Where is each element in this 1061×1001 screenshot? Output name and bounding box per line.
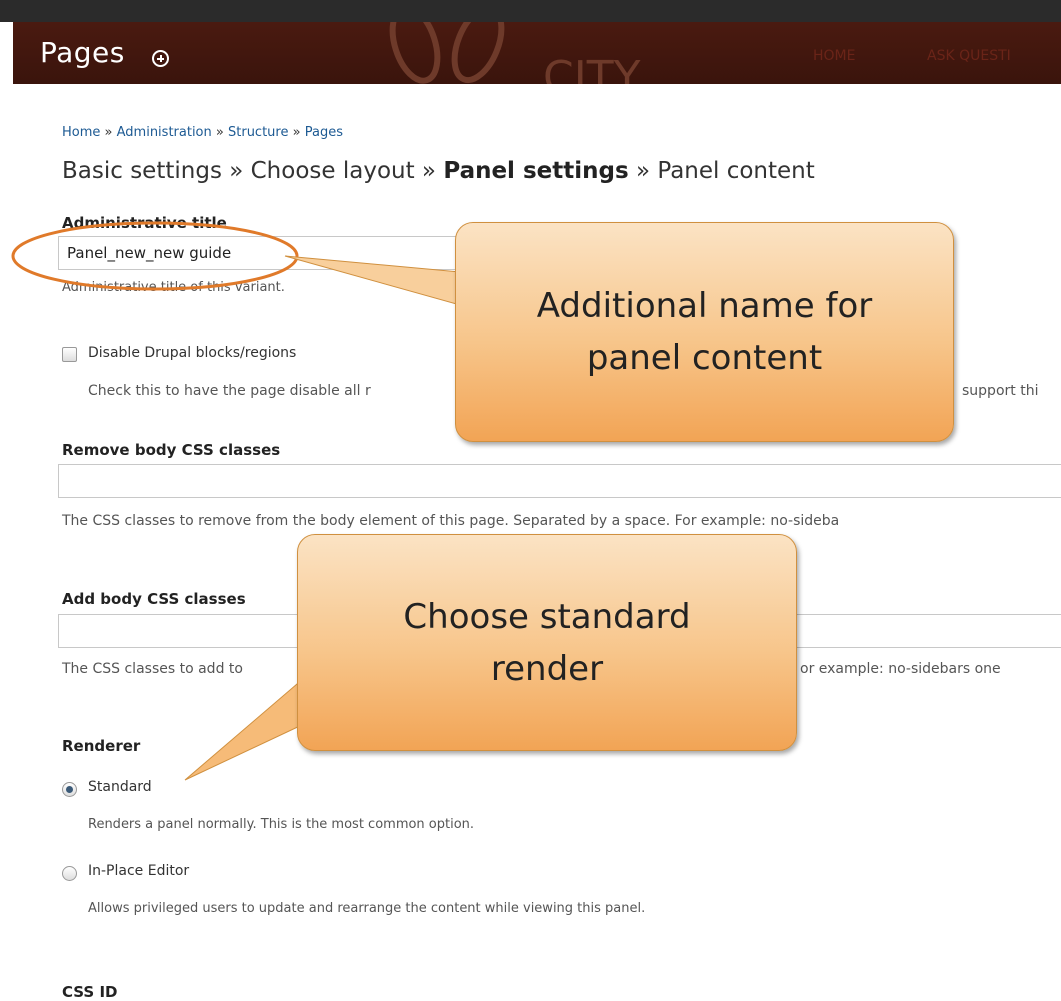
admin-title-description: Administrative title of this variant. [62,280,285,295]
nav-home[interactable]: HOME [813,48,855,64]
admin-title-label: Administrative title [62,214,227,232]
breadcrumb-structure[interactable]: Structure [228,125,288,140]
renderer-standard-radio[interactable] [62,782,77,797]
wizard-step-panel-content[interactable]: Panel content [657,158,814,184]
add-css-description: The CSS classes to add to [62,661,243,677]
disable-blocks-description: Check this to have the page disable all … [88,383,371,399]
disable-blocks-label: Disable Drupal blocks/regions [88,345,297,361]
site-header: CITY Pages HOME ASK QUESTI [13,22,1061,84]
css-id-label: CSS ID [62,983,118,1001]
renderer-standard-description: Renders a panel normally. This is the mo… [88,817,475,832]
callout-admin-title: Additional name for panel content [455,222,954,442]
remove-css-description: The CSS classes to remove from the body … [62,513,840,529]
breadcrumb-administration[interactable]: Administration [117,125,212,140]
site-logo-icon: CITY [389,22,641,84]
annotation-overlay [11,221,461,781]
add-shortcut-icon[interactable] [152,50,169,67]
renderer-inplace-radio[interactable] [62,866,77,881]
callout-renderer: Choose standard render [297,534,797,751]
renderer-inplace-label: In-Place Editor [88,863,190,879]
wizard-step-basic-settings[interactable]: Basic settings [62,158,222,184]
renderer-label: Renderer [62,737,141,755]
add-css-label: Add body CSS classes [62,590,246,608]
breadcrumb-home[interactable]: Home [62,125,100,140]
add-css-description-tail: or example: no-sidebars one [800,661,1001,677]
breadcrumb: Home » Administration » Structure » Page… [62,125,343,140]
nav-ask-question[interactable]: ASK QUESTI [927,48,1011,64]
wizard-trail: Basic settings » Choose layout » Panel s… [62,158,815,184]
wizard-step-panel-settings: Panel settings [443,158,629,184]
admin-title-input[interactable]: Panel_new_new guide [58,236,478,270]
disable-blocks-description-tail: support thi [962,383,1039,399]
wizard-step-choose-layout[interactable]: Choose layout [251,158,415,184]
remove-css-label: Remove body CSS classes [62,441,281,459]
disable-blocks-checkbox[interactable] [62,347,77,362]
breadcrumb-pages[interactable]: Pages [305,125,343,140]
remove-css-input[interactable] [58,464,1061,498]
top-strip [0,0,1061,22]
svg-text:CITY: CITY [543,52,641,84]
renderer-standard-label: Standard [88,779,152,795]
renderer-inplace-description: Allows privileged users to update and re… [88,901,646,916]
page-title: Pages [40,36,125,69]
